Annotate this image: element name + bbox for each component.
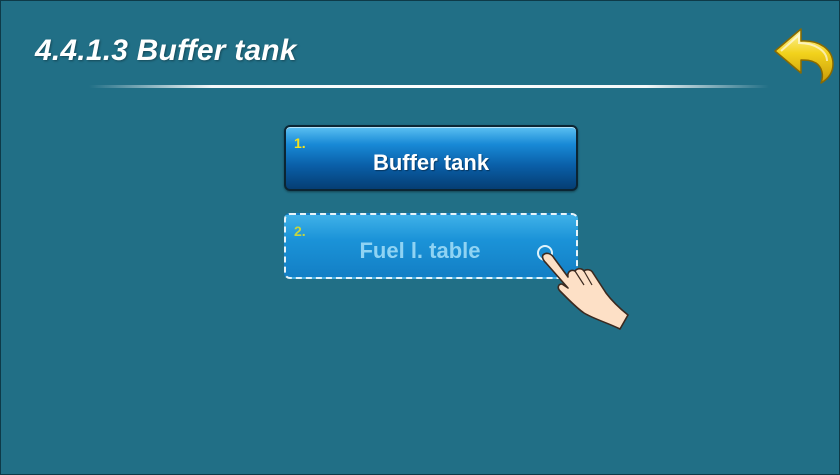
menu-item-fuel-level-table[interactable]: 2. Fuel l. table xyxy=(284,213,578,279)
page-title: 4.4.1.3 Buffer tank xyxy=(35,34,297,67)
back-arrow-icon xyxy=(774,28,834,84)
menu-item-label: Fuel l. table xyxy=(359,238,481,263)
title-divider xyxy=(89,85,769,88)
menu-item-number: 1. xyxy=(294,135,306,151)
menu-item-number: 2. xyxy=(294,223,306,239)
menu-item-buffer-tank[interactable]: 1. Buffer tank xyxy=(284,125,578,191)
menu-item-label: Buffer tank xyxy=(372,150,490,175)
back-button[interactable] xyxy=(771,23,837,85)
screen: 4.4.1.3 Buffer tank 1. Buffer tank 2. Fu… xyxy=(0,0,840,475)
